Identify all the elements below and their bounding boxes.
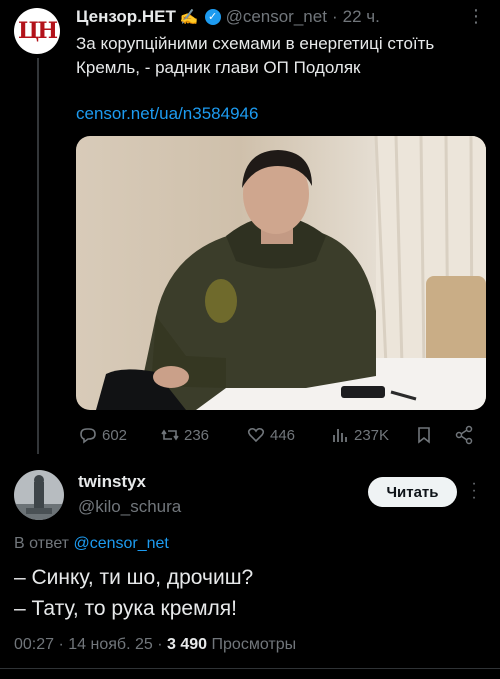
- tweet-header: Цензор.НЕТ ✍️ ✓ @censor_net · 22 ч.: [76, 6, 380, 28]
- reply-author-name[interactable]: twinstyx: [78, 472, 146, 492]
- reply-meta: 00:27 · 14 нояб. 25 · 3 490 Просмотры: [14, 636, 296, 654]
- heart-icon: [247, 427, 265, 443]
- reply-text-line-2: – Тату, то рука кремля!: [14, 597, 237, 620]
- tweet-time[interactable]: 22 ч.: [343, 7, 380, 27]
- bookmark-button[interactable]: [414, 424, 438, 446]
- reply-to-line: В ответ @censor_net: [14, 535, 169, 553]
- writing-hand-emoji: ✍️: [179, 9, 199, 26]
- reply-icon: [80, 428, 96, 444]
- tweet-text: За корупційними схемами в енергетиці сто…: [76, 34, 435, 77]
- thread-line: [37, 58, 39, 454]
- twinstyx-avatar[interactable]: [14, 470, 64, 520]
- repost-icon: [161, 429, 179, 441]
- reply-author-handle[interactable]: @kilo_schura: [78, 497, 181, 517]
- tweet-author-name[interactable]: Цензор.НЕТ: [76, 7, 176, 27]
- reply-text-line-1: – Синку, ти шо, дрочиш?: [14, 566, 254, 589]
- views-chart-icon: [333, 429, 347, 442]
- like-count[interactable]: 446: [246, 424, 295, 446]
- reply-to-mention[interactable]: @censor_net: [73, 535, 168, 552]
- like-count-value: 446: [270, 426, 296, 444]
- reply-views-label: Просмотры: [211, 636, 297, 653]
- repost-count-value: 236: [184, 426, 210, 444]
- reply-views-count: 3 490: [167, 636, 208, 653]
- censor-net-logo: ЦН: [17, 18, 58, 44]
- tweet-author-handle[interactable]: @censor_net: [226, 7, 327, 27]
- separator-dot: ·: [331, 7, 338, 26]
- verified-badge-icon: ✓: [204, 9, 221, 25]
- more-options-icon[interactable]: ⋮: [467, 6, 486, 27]
- reply-date[interactable]: 14 нояб. 25: [68, 636, 153, 653]
- more-options-vertical-icon[interactable]: · · ·: [468, 476, 480, 506]
- reply-count-value: 602: [102, 426, 128, 444]
- view-count-value: 237K: [354, 426, 390, 444]
- censor-net-avatar[interactable]: ЦН: [14, 8, 60, 54]
- view-count[interactable]: 237K: [330, 424, 389, 446]
- repost-count[interactable]: 236: [160, 424, 209, 446]
- meta-separator: ·: [58, 636, 64, 653]
- avatar-image: [14, 470, 64, 520]
- photo-illustration: [96, 136, 486, 410]
- reply-count[interactable]: 602: [78, 424, 127, 446]
- share-icon: [455, 425, 473, 445]
- share-button[interactable]: [454, 424, 478, 446]
- divider: [0, 668, 500, 669]
- meta-separator: ·: [157, 636, 163, 653]
- tweet-photo[interactable]: [76, 136, 486, 410]
- reply-to-prefix: В ответ: [14, 535, 70, 552]
- bookmark-icon: [418, 427, 430, 444]
- follow-button[interactable]: Читать: [368, 477, 457, 507]
- tweet-link[interactable]: censor.net/ua/n3584946: [76, 104, 258, 124]
- reply-time[interactable]: 00:27: [14, 636, 54, 653]
